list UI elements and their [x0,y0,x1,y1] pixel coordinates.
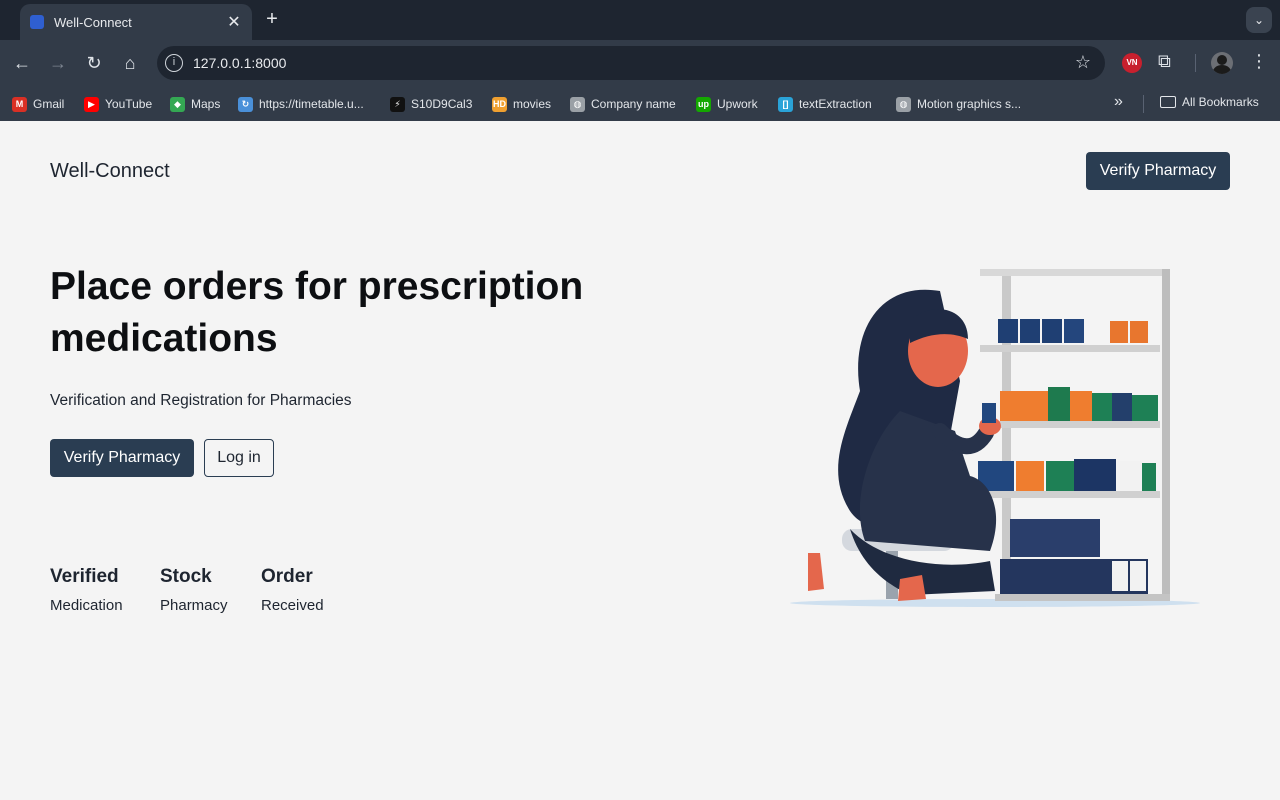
hero-title: Place orders for prescription medication… [50,265,584,360]
stat-heading: Order [261,566,313,587]
extensions-icon[interactable]: ⧉ [1158,51,1171,72]
bookmark-item[interactable]: ◍ Company name [570,95,676,113]
bookmark-label: textExtraction [799,97,872,111]
bookmark-item[interactable]: ↻ https://timetable.u... [238,95,364,113]
sync-icon: ↻ [238,96,253,112]
stat-heading: Verified [50,566,119,587]
more-bookmarks-icon[interactable]: » [1114,93,1123,111]
bookmark-label: Gmail [33,97,65,111]
vpn-extension-icon[interactable]: VN [1122,53,1142,73]
browser-toolbar: ← → ↻ ⌂ i 127.0.0.1:8000 ☆ VN ⧉ ⋮ [0,40,1280,86]
bookmark-label: Company name [591,97,676,111]
stat-stock: Stock Pharmacy [160,566,228,614]
bookmarks-divider [1143,95,1144,113]
bookmark-item[interactable]: ▶ YouTube [84,95,152,113]
login-button[interactable]: Log in [204,439,274,477]
hd-icon: HD [492,96,507,112]
page-body: Well-Connect Verify Pharmacy Place order… [0,121,1280,800]
stat-heading: Stock [160,566,212,587]
bookmark-label: YouTube [105,97,153,111]
all-bookmarks-label: All Bookmarks [1182,95,1259,109]
stat-sub: Pharmacy [160,597,228,614]
back-icon[interactable]: ← [10,51,34,75]
bookmark-item[interactable]: ◍ Motion graphics s... [896,95,1021,113]
reload-icon[interactable]: ↻ [82,51,106,75]
tab-strip: Well-Connect ✕ + ⌄ [0,0,1280,40]
forward-icon[interactable]: → [46,51,70,75]
brand-logo[interactable]: Well-Connect [50,160,170,183]
bookmark-label: movies [513,97,552,111]
menu-kebab-icon[interactable]: ⋮ [1250,51,1268,72]
bookmark-label: Maps [191,97,221,111]
maps-icon: ◆ [170,96,185,112]
stat-verified: Verified Medication [50,566,123,614]
bookmark-label: S10D9Cal3 [411,97,473,111]
home-icon[interactable]: ⌂ [118,51,142,75]
bookmark-item[interactable]: [] textExtraction [778,95,872,113]
bracket-icon: [] [778,96,793,112]
all-bookmarks-button[interactable]: All Bookmarks [1160,95,1259,109]
tab-search-icon[interactable]: ⌄ [1246,7,1272,33]
stat-order: Order Received [261,566,324,614]
pharmacist-illustration [790,269,1200,607]
globe-icon: ◍ [896,96,911,112]
bookmark-item[interactable]: M Gmail [12,95,64,113]
new-tab-icon[interactable]: + [262,9,282,29]
hero-subtitle: Verification and Registration for Pharma… [50,392,352,409]
toolbar-divider [1195,54,1196,72]
upwork-icon: up [696,96,711,112]
youtube-icon: ▶ [84,96,99,112]
url-text[interactable]: 127.0.0.1:8000 [193,55,286,71]
stat-sub: Received [261,597,324,614]
bookmark-star-icon[interactable]: ☆ [1075,52,1091,73]
site-favicon-icon [30,15,44,29]
nav-verify-pharmacy-button[interactable]: Verify Pharmacy [1086,152,1230,190]
folder-icon [1160,96,1176,108]
site-info-icon[interactable]: i [165,54,183,72]
bookmark-label: https://timetable.u... [259,97,364,111]
browser-tab[interactable]: Well-Connect ✕ [20,4,252,40]
address-bar[interactable]: i 127.0.0.1:8000 ☆ [157,46,1105,80]
bolt-icon: ⚡ [390,96,405,112]
bookmark-label: Upwork [717,97,758,111]
close-tab-icon[interactable]: ✕ [226,12,242,32]
verify-pharmacy-button[interactable]: Verify Pharmacy [50,439,194,477]
bookmark-item[interactable]: up Upwork [696,95,758,113]
tab-title: Well-Connect [54,14,132,30]
globe-icon: ◍ [570,96,585,112]
stat-sub: Medication [50,597,123,614]
bookmark-item[interactable]: ◆ Maps [170,95,220,113]
bookmark-item[interactable]: ⚡ S10D9Cal3 [390,95,472,113]
gmail-icon: M [12,96,27,112]
bookmark-label: Motion graphics s... [917,97,1022,111]
profile-avatar[interactable] [1211,52,1233,74]
bookmark-item[interactable]: HD movies [492,95,551,113]
